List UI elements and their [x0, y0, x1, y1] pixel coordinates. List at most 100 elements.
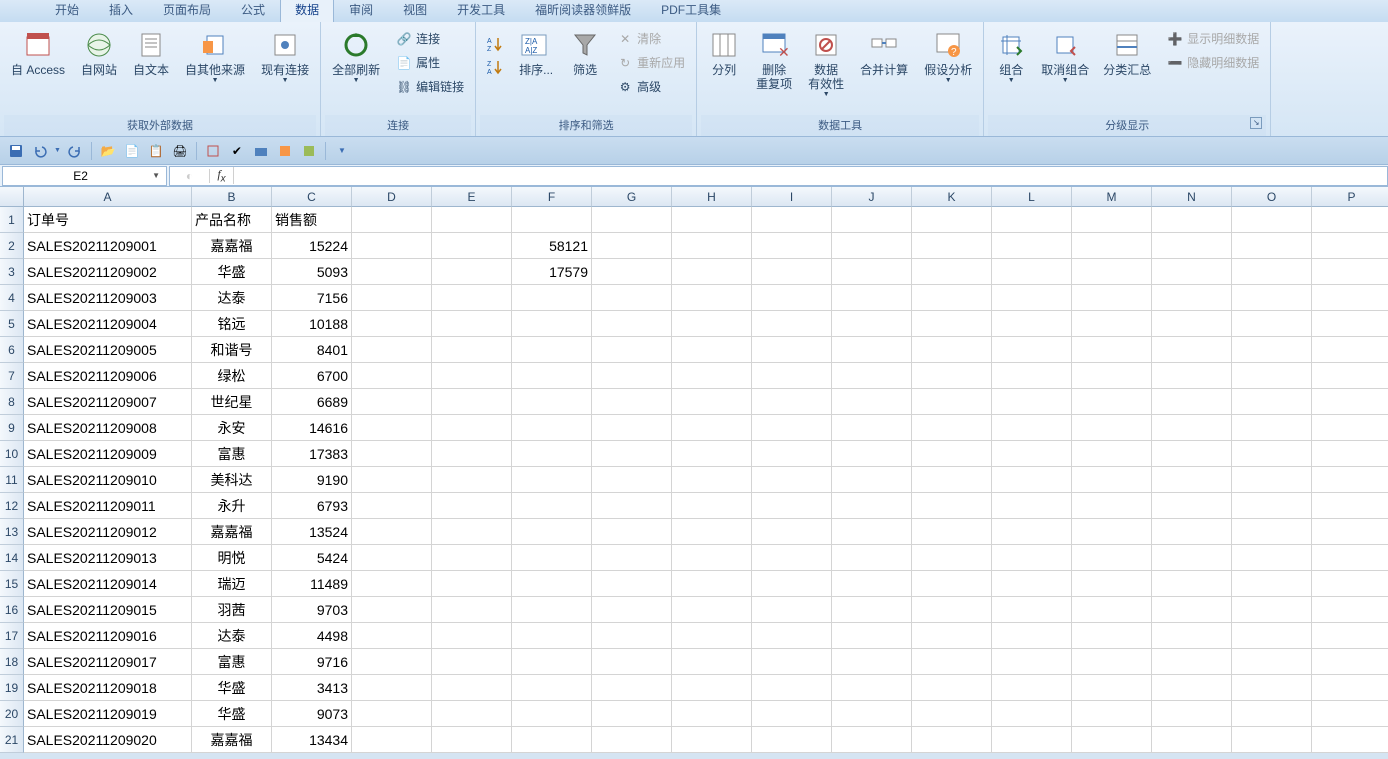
sort-asc-button[interactable]: AZ — [482, 33, 508, 55]
cell-H21[interactable] — [672, 727, 752, 753]
cell-K20[interactable] — [912, 701, 992, 727]
cell-E12[interactable] — [432, 493, 512, 519]
cell-E4[interactable] — [432, 285, 512, 311]
cell-F19[interactable] — [512, 675, 592, 701]
cell-A7[interactable]: SALES20211209006 — [24, 363, 192, 389]
cell-D21[interactable] — [352, 727, 432, 753]
cell-C9[interactable]: 14616 — [272, 415, 352, 441]
ext-data-button-1[interactable]: 自网站 — [74, 25, 124, 81]
cell-D20[interactable] — [352, 701, 432, 727]
cell-F16[interactable] — [512, 597, 592, 623]
cell-F2[interactable]: 58121 — [512, 233, 592, 259]
cell-H8[interactable] — [672, 389, 752, 415]
cell-B10[interactable]: 富惠 — [192, 441, 272, 467]
cell-J21[interactable] — [832, 727, 912, 753]
cell-I15[interactable] — [752, 571, 832, 597]
cell-K1[interactable] — [912, 207, 992, 233]
cell-I11[interactable] — [752, 467, 832, 493]
cell-L17[interactable] — [992, 623, 1072, 649]
cell-B8[interactable]: 世纪星 — [192, 389, 272, 415]
cell-A14[interactable]: SALES20211209013 — [24, 545, 192, 571]
cell-G13[interactable] — [592, 519, 672, 545]
cell-D4[interactable] — [352, 285, 432, 311]
cell-K4[interactable] — [912, 285, 992, 311]
cell-E21[interactable] — [432, 727, 512, 753]
cell-M3[interactable] — [1072, 259, 1152, 285]
col-header-D[interactable]: D — [352, 187, 432, 207]
cell-O7[interactable] — [1232, 363, 1312, 389]
cell-J11[interactable] — [832, 467, 912, 493]
cell-J13[interactable] — [832, 519, 912, 545]
cell-K18[interactable] — [912, 649, 992, 675]
cell-K14[interactable] — [912, 545, 992, 571]
cell-I19[interactable] — [752, 675, 832, 701]
cell-E1[interactable] — [432, 207, 512, 233]
cell-K15[interactable] — [912, 571, 992, 597]
cell-A15[interactable]: SALES20211209014 — [24, 571, 192, 597]
cell-D9[interactable] — [352, 415, 432, 441]
cell-M7[interactable] — [1072, 363, 1152, 389]
filter-button[interactable]: 筛选 — [562, 25, 608, 81]
cell-B19[interactable]: 华盛 — [192, 675, 272, 701]
cell-G19[interactable] — [592, 675, 672, 701]
row-header-19[interactable]: 19 — [0, 675, 24, 701]
cell-H15[interactable] — [672, 571, 752, 597]
cell-N4[interactable] — [1152, 285, 1232, 311]
cell-G21[interactable] — [592, 727, 672, 753]
cell-C12[interactable]: 6793 — [272, 493, 352, 519]
col-header-E[interactable]: E — [432, 187, 512, 207]
cell-D10[interactable] — [352, 441, 432, 467]
cell-I9[interactable] — [752, 415, 832, 441]
cell-D6[interactable] — [352, 337, 432, 363]
row-header-3[interactable]: 3 — [0, 259, 24, 285]
cell-B17[interactable]: 达泰 — [192, 623, 272, 649]
cell-K12[interactable] — [912, 493, 992, 519]
row-header-1[interactable]: 1 — [0, 207, 24, 233]
cell-H16[interactable] — [672, 597, 752, 623]
cell-O4[interactable] — [1232, 285, 1312, 311]
cell-C7[interactable]: 6700 — [272, 363, 352, 389]
cell-N2[interactable] — [1152, 233, 1232, 259]
cell-O21[interactable] — [1232, 727, 1312, 753]
cell-A1[interactable]: 订单号 — [24, 207, 192, 233]
cell-O16[interactable] — [1232, 597, 1312, 623]
cell-I18[interactable] — [752, 649, 832, 675]
cell-B15[interactable]: 瑞迈 — [192, 571, 272, 597]
cell-O19[interactable] — [1232, 675, 1312, 701]
cell-J2[interactable] — [832, 233, 912, 259]
cell-M1[interactable] — [1072, 207, 1152, 233]
cell-N10[interactable] — [1152, 441, 1232, 467]
cell-A19[interactable]: SALES20211209018 — [24, 675, 192, 701]
cell-G18[interactable] — [592, 649, 672, 675]
qat-button-7[interactable] — [251, 141, 271, 161]
cell-O6[interactable] — [1232, 337, 1312, 363]
cell-M6[interactable] — [1072, 337, 1152, 363]
cell-I13[interactable] — [752, 519, 832, 545]
cell-E17[interactable] — [432, 623, 512, 649]
cell-A10[interactable]: SALES20211209009 — [24, 441, 192, 467]
cell-I4[interactable] — [752, 285, 832, 311]
cell-O10[interactable] — [1232, 441, 1312, 467]
cell-M11[interactable] — [1072, 467, 1152, 493]
cell-P1[interactable] — [1312, 207, 1388, 233]
cell-H11[interactable] — [672, 467, 752, 493]
row-header-2[interactable]: 2 — [0, 233, 24, 259]
cell-H12[interactable] — [672, 493, 752, 519]
cell-B6[interactable]: 和谐号 — [192, 337, 272, 363]
cell-M15[interactable] — [1072, 571, 1152, 597]
cell-D14[interactable] — [352, 545, 432, 571]
cell-L3[interactable] — [992, 259, 1072, 285]
cell-K5[interactable] — [912, 311, 992, 337]
row-header-4[interactable]: 4 — [0, 285, 24, 311]
cell-F6[interactable] — [512, 337, 592, 363]
qat-button-5[interactable] — [203, 141, 223, 161]
cell-B7[interactable]: 绿松 — [192, 363, 272, 389]
cell-H19[interactable] — [672, 675, 752, 701]
ext-data-button-0[interactable]: 自 Access — [4, 25, 72, 81]
cell-D5[interactable] — [352, 311, 432, 337]
data-tool-button-1[interactable]: ✕删除 重复项 — [749, 25, 799, 95]
cell-L19[interactable] — [992, 675, 1072, 701]
cell-A9[interactable]: SALES20211209008 — [24, 415, 192, 441]
save-button[interactable] — [6, 141, 26, 161]
cell-K7[interactable] — [912, 363, 992, 389]
